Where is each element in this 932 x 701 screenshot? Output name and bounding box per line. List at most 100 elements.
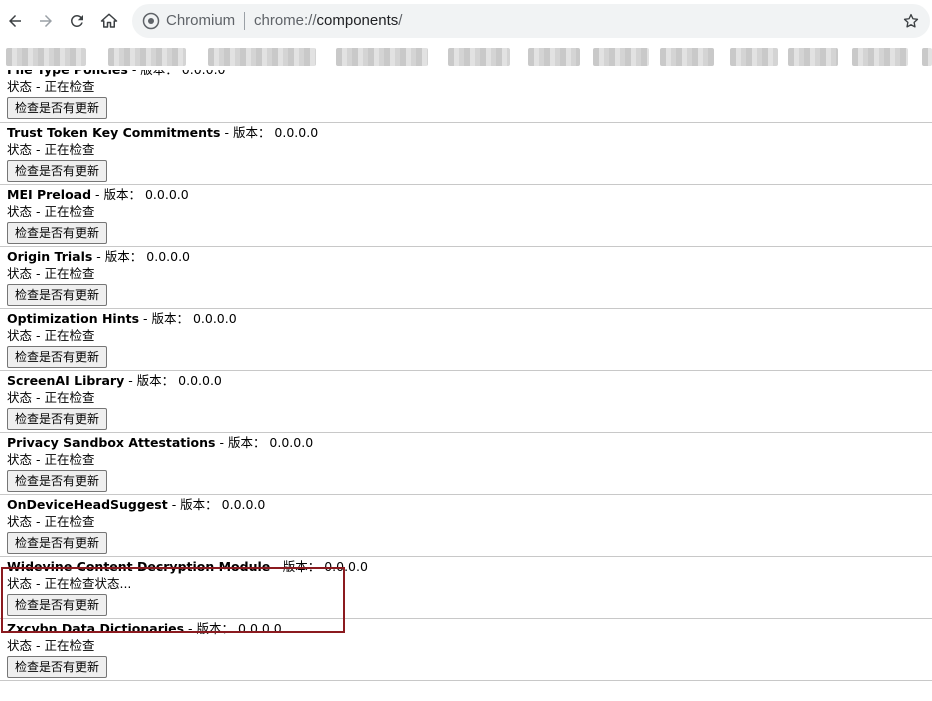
bookmark-item[interactable] xyxy=(922,48,932,66)
component-title: ScreenAI Library - 版本： 0.0.0.0 xyxy=(7,373,222,389)
check-update-button[interactable]: 检查是否有更新 xyxy=(7,408,108,430)
check-update-button[interactable]: 检查是否有更新 xyxy=(7,160,108,182)
component-title: Widevine Content Decryption Module - 版本：… xyxy=(7,559,368,575)
status-label: 状态 - xyxy=(7,452,45,467)
url-text: chrome://components/ xyxy=(254,12,402,30)
status-value: 正在检查 xyxy=(44,142,95,157)
bookmark-item[interactable] xyxy=(730,48,778,66)
version-label: - 版本： xyxy=(215,435,270,450)
component-name: MEI Preload xyxy=(7,187,92,202)
check-update-button[interactable]: 检查是否有更新 xyxy=(7,656,108,678)
component-version: 0.0.0.0 xyxy=(221,497,266,512)
version-label: - 版本： xyxy=(128,70,182,77)
check-update-button[interactable]: 检查是否有更新 xyxy=(7,532,108,554)
check-update-button[interactable]: 检查是否有更新 xyxy=(7,284,108,306)
bookmark-item[interactable] xyxy=(6,48,86,66)
component-row: Widevine Content Decryption Module - 版本：… xyxy=(0,557,932,619)
status-label: 状态 - xyxy=(7,638,45,653)
component-status: 状态 - 正在检查 xyxy=(7,638,94,654)
component-row: Zxcvbn Data Dictionaries - 版本： 0.0.0.0 状态… xyxy=(0,619,932,681)
component-name: Optimization Hints xyxy=(7,311,140,326)
status-value: 正在检查 xyxy=(44,390,95,405)
bookmark-item[interactable] xyxy=(448,48,510,66)
component-title: OnDeviceHeadSuggest - 版本： 0.0.0.0 xyxy=(7,497,265,513)
component-status: 状态 - 正在检查 xyxy=(7,142,94,158)
url-scheme: chrome:// xyxy=(254,12,317,29)
bookmark-item[interactable] xyxy=(208,48,316,66)
components-list: File Type Policies - 版本： 0.0.0.0状态 - 正在检… xyxy=(0,70,932,701)
home-icon xyxy=(100,13,118,28)
version-label: - 版本： xyxy=(220,125,275,140)
component-title: Origin Trials - 版本： 0.0.0.0 xyxy=(7,249,190,265)
status-label: 状态 - xyxy=(7,79,45,94)
forward-button[interactable] xyxy=(33,8,59,34)
check-update-button[interactable]: 检查是否有更新 xyxy=(7,97,108,119)
component-version: 0.0.0.0 xyxy=(274,125,319,140)
status-label: 状态 - xyxy=(7,142,45,157)
status-label: 状态 - xyxy=(7,204,45,219)
component-name: File Type Policies xyxy=(7,70,128,77)
address-bar[interactable]: Chromium chrome://components/ xyxy=(132,4,930,38)
component-name: Widevine Content Decryption Module xyxy=(7,559,271,574)
component-row: ScreenAI Library - 版本： 0.0.0.0 状态 - 正在检查检… xyxy=(0,371,932,433)
bookmark-item[interactable] xyxy=(593,48,649,66)
status-label: 状态 - xyxy=(7,328,45,343)
status-value: 正在检查 xyxy=(44,514,95,529)
check-update-button[interactable]: 检查是否有更新 xyxy=(7,594,108,616)
status-value: 正在检查状态... xyxy=(44,576,132,591)
component-row: Privacy Sandbox Attestations - 版本： 0.0.0… xyxy=(0,433,932,495)
url-path: / xyxy=(398,12,403,29)
component-name: Privacy Sandbox Attestations xyxy=(7,435,216,450)
status-label: 状态 - xyxy=(7,576,45,591)
component-row: Origin Trials - 版本： 0.0.0.0 状态 - 正在检查检查是否… xyxy=(0,247,932,309)
version-label: - 版本： xyxy=(184,621,239,636)
reload-icon xyxy=(70,14,83,27)
status-value: 正在检查 xyxy=(44,79,95,94)
status-value: 正在检查 xyxy=(44,266,95,281)
check-update-button[interactable]: 检查是否有更新 xyxy=(7,346,108,368)
bookmark-item[interactable] xyxy=(336,48,428,66)
component-name: ScreenAI Library xyxy=(7,373,125,388)
component-row: MEI Preload - 版本： 0.0.0.0 状态 - 正在检查 检查是否有更… xyxy=(0,185,932,247)
check-update-button[interactable]: 检查是否有更新 xyxy=(7,470,108,492)
component-name: Zxcvbn Data Dictionaries xyxy=(7,621,185,636)
component-status: 状态 - 正在检查状态... xyxy=(7,576,131,592)
bookmark-item[interactable] xyxy=(660,48,714,66)
chromium-logo-icon xyxy=(142,12,160,30)
check-update-button[interactable]: 检查是否有更新 xyxy=(7,222,108,244)
component-status: 状态 - 正在检查 xyxy=(7,390,94,406)
component-row: File Type Policies - 版本： 0.0.0.0状态 - 正在检… xyxy=(0,70,932,123)
component-status: 状态 - 正在检查 xyxy=(7,79,94,95)
component-name: OnDeviceHeadSuggest xyxy=(7,497,168,512)
component-title: Trust Token Key Commitments - 版本： 0.0.0.… xyxy=(7,125,318,141)
component-status: 状态 - 正在检查 xyxy=(7,328,94,344)
bookmark-item[interactable] xyxy=(788,48,838,66)
component-title: Optimization Hints - 版本： 0.0.0.0 xyxy=(7,311,237,327)
component-row: OnDeviceHeadSuggest - 版本： 0.0.0.0 状态 - 正在… xyxy=(0,495,932,557)
status-label: 状态 - xyxy=(7,514,45,529)
bookmark-item[interactable] xyxy=(852,48,908,66)
component-row: Trust Token Key Commitments - 版本： 0.0.0.… xyxy=(0,123,932,185)
version-label: - 版本： xyxy=(92,249,147,264)
reload-button[interactable] xyxy=(64,8,90,34)
component-version: 0.0.0.0 xyxy=(269,435,314,450)
address-separator xyxy=(244,12,245,30)
home-button[interactable] xyxy=(96,8,122,34)
star-icon[interactable] xyxy=(902,12,920,30)
version-label: - 版本： xyxy=(124,373,179,388)
status-label: 状态 - xyxy=(7,266,45,281)
component-row: Optimization Hints - 版本： 0.0.0.0 状态 - 正在检… xyxy=(0,309,932,371)
component-title: Zxcvbn Data Dictionaries - 版本： 0.0.0.0 xyxy=(7,621,282,637)
component-title: MEI Preload - 版本： 0.0.0.0 xyxy=(7,187,189,203)
component-version: 0.0.0.0 xyxy=(146,249,190,264)
component-name: Trust Token Key Commitments xyxy=(7,125,221,140)
component-version: 0.0.0.0 xyxy=(324,559,368,574)
component-title: File Type Policies - 版本： 0.0.0.0 xyxy=(7,70,226,78)
component-status: 状态 - 正在检查 xyxy=(7,266,94,282)
site-label: Chromium xyxy=(166,12,236,29)
status-value: 正在检查 xyxy=(44,452,95,467)
back-button[interactable] xyxy=(2,8,28,34)
component-status: 状态 - 正在检查 xyxy=(7,452,94,468)
bookmark-item[interactable] xyxy=(528,48,580,66)
bookmark-item[interactable] xyxy=(108,48,186,66)
